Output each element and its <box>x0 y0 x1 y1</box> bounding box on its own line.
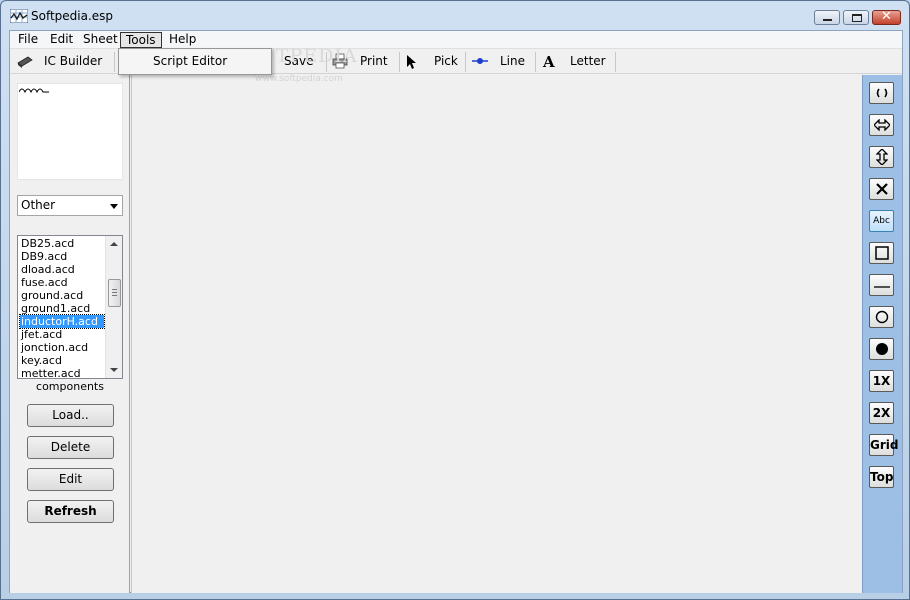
grip-line <box>112 292 117 293</box>
right-toolbar: Abc 1X 2X Grid Top <box>862 75 902 593</box>
window-title: Softpedia.esp <box>31 9 114 23</box>
list-item[interactable]: jfet.acd <box>20 328 104 341</box>
grip-line <box>112 295 117 296</box>
tools-dropdown-menu: Script Editor <box>118 48 272 75</box>
list-item[interactable]: ground1.acd <box>20 302 104 315</box>
grip-line <box>112 289 117 290</box>
inductor-symbol-icon <box>19 88 49 94</box>
menu-sheet[interactable]: Sheet <box>78 32 123 48</box>
flip-vertical-button[interactable] <box>869 146 894 168</box>
line-tool-button[interactable] <box>869 274 894 296</box>
ic-builder-icon <box>17 56 33 68</box>
horizontal-line-icon <box>873 286 890 288</box>
ic-builder-button[interactable]: IC Builder <box>44 52 102 72</box>
list-item[interactable]: dload.acd <box>20 263 104 276</box>
maximize-icon <box>852 14 862 22</box>
menu-item-script-editor[interactable]: Script Editor <box>153 54 227 68</box>
rotate-button[interactable] <box>869 82 894 104</box>
list-scrollbar[interactable] <box>105 236 122 378</box>
top-button[interactable]: Top <box>869 466 894 488</box>
zoom-1x-button[interactable]: 1X <box>869 370 894 392</box>
list-item[interactable]: key.acd <box>20 354 104 367</box>
menu-bar: File Edit Sheet Tools Help <box>10 31 902 49</box>
app-window: Softpedia.esp ✕ File Edit Sheet Tools He… <box>0 0 910 600</box>
list-item[interactable]: metter.acd <box>20 367 104 378</box>
scroll-down-icon[interactable] <box>110 368 118 372</box>
line-icon <box>472 58 488 64</box>
list-item[interactable]: jonction.acd <box>20 341 104 354</box>
edit-button[interactable]: Edit <box>27 468 114 491</box>
rotate-icon <box>876 88 887 98</box>
watermark-url: www.softpedia.com <box>255 74 343 84</box>
list-item[interactable]: DB25.acd <box>20 237 104 250</box>
square-icon <box>874 246 889 260</box>
minimize-icon <box>823 19 832 21</box>
category-selected-value: Other <box>21 198 56 212</box>
line-button[interactable]: Line <box>500 52 525 72</box>
delete-tool-button[interactable] <box>869 178 894 200</box>
toolbar-separator <box>535 52 536 72</box>
circle-tool-button[interactable] <box>869 306 894 328</box>
text-tool-button[interactable]: Abc <box>869 210 894 232</box>
title-bar[interactable]: Softpedia.esp ✕ <box>1 1 909 30</box>
app-icon <box>10 9 28 23</box>
toolbar-separator <box>114 52 115 72</box>
list-item[interactable]: ground.acd <box>20 289 104 302</box>
zoom-2x-button[interactable]: 2X <box>869 402 894 424</box>
rectangle-tool-button[interactable] <box>869 242 894 264</box>
component-preview <box>17 83 123 180</box>
svg-text:A: A <box>542 54 555 69</box>
flip-horizontal-icon <box>872 118 891 132</box>
menu-help[interactable]: Help <box>164 32 201 48</box>
menu-edit[interactable]: Edit <box>45 32 78 48</box>
filled-circle-icon <box>875 343 888 355</box>
chevron-down-icon[interactable] <box>110 204 118 209</box>
scroll-up-icon[interactable] <box>110 242 118 246</box>
x-icon <box>875 183 888 195</box>
toolbar-separator <box>615 52 616 72</box>
close-icon: ✕ <box>881 9 892 24</box>
pointer-icon <box>407 55 416 69</box>
list-item[interactable]: fuse.acd <box>20 276 104 289</box>
list-item[interactable]: DB9.acd <box>20 250 104 263</box>
toolbar-separator <box>399 52 400 72</box>
grid-button[interactable]: Grid <box>869 434 898 456</box>
menu-file[interactable]: File <box>13 32 43 48</box>
client-area: File Edit Sheet Tools Help IC Builder Sa… <box>9 30 903 593</box>
letter-button[interactable]: Letter <box>570 52 606 72</box>
print-button[interactable]: Print <box>360 52 388 72</box>
scroll-thumb[interactable] <box>108 279 121 307</box>
components-label: components <box>36 380 104 393</box>
delete-button[interactable]: Delete <box>27 436 114 459</box>
category-select[interactable]: Other <box>17 195 123 216</box>
minimize-button[interactable] <box>814 10 840 25</box>
flip-vertical-icon <box>874 148 889 166</box>
letter-icon: A <box>542 54 555 69</box>
component-list-items: DB25.acd DB9.acd dload.acd fuse.acd ground.a… <box>19 237 105 378</box>
filled-circle-tool-button[interactable] <box>869 338 894 360</box>
load-button[interactable]: Load.. <box>27 404 114 427</box>
circle-outline-icon <box>875 310 888 324</box>
refresh-button[interactable]: Refresh <box>27 500 114 523</box>
menu-tools[interactable]: Tools <box>120 32 162 48</box>
close-button[interactable]: ✕ <box>872 9 901 25</box>
components-panel: Other DB25.acd DB9.acd dload.acd fuse.acd gr… <box>10 75 130 593</box>
pick-button[interactable]: Pick <box>434 52 458 72</box>
drawing-canvas[interactable] <box>131 75 862 593</box>
component-list[interactable]: DB25.acd DB9.acd dload.acd fuse.acd ground.a… <box>17 235 123 379</box>
flip-horizontal-button[interactable] <box>869 114 894 136</box>
list-item[interactable]: inductorH.acd <box>19 314 105 329</box>
maximize-button[interactable] <box>843 10 869 25</box>
toolbar-separator <box>465 52 466 72</box>
